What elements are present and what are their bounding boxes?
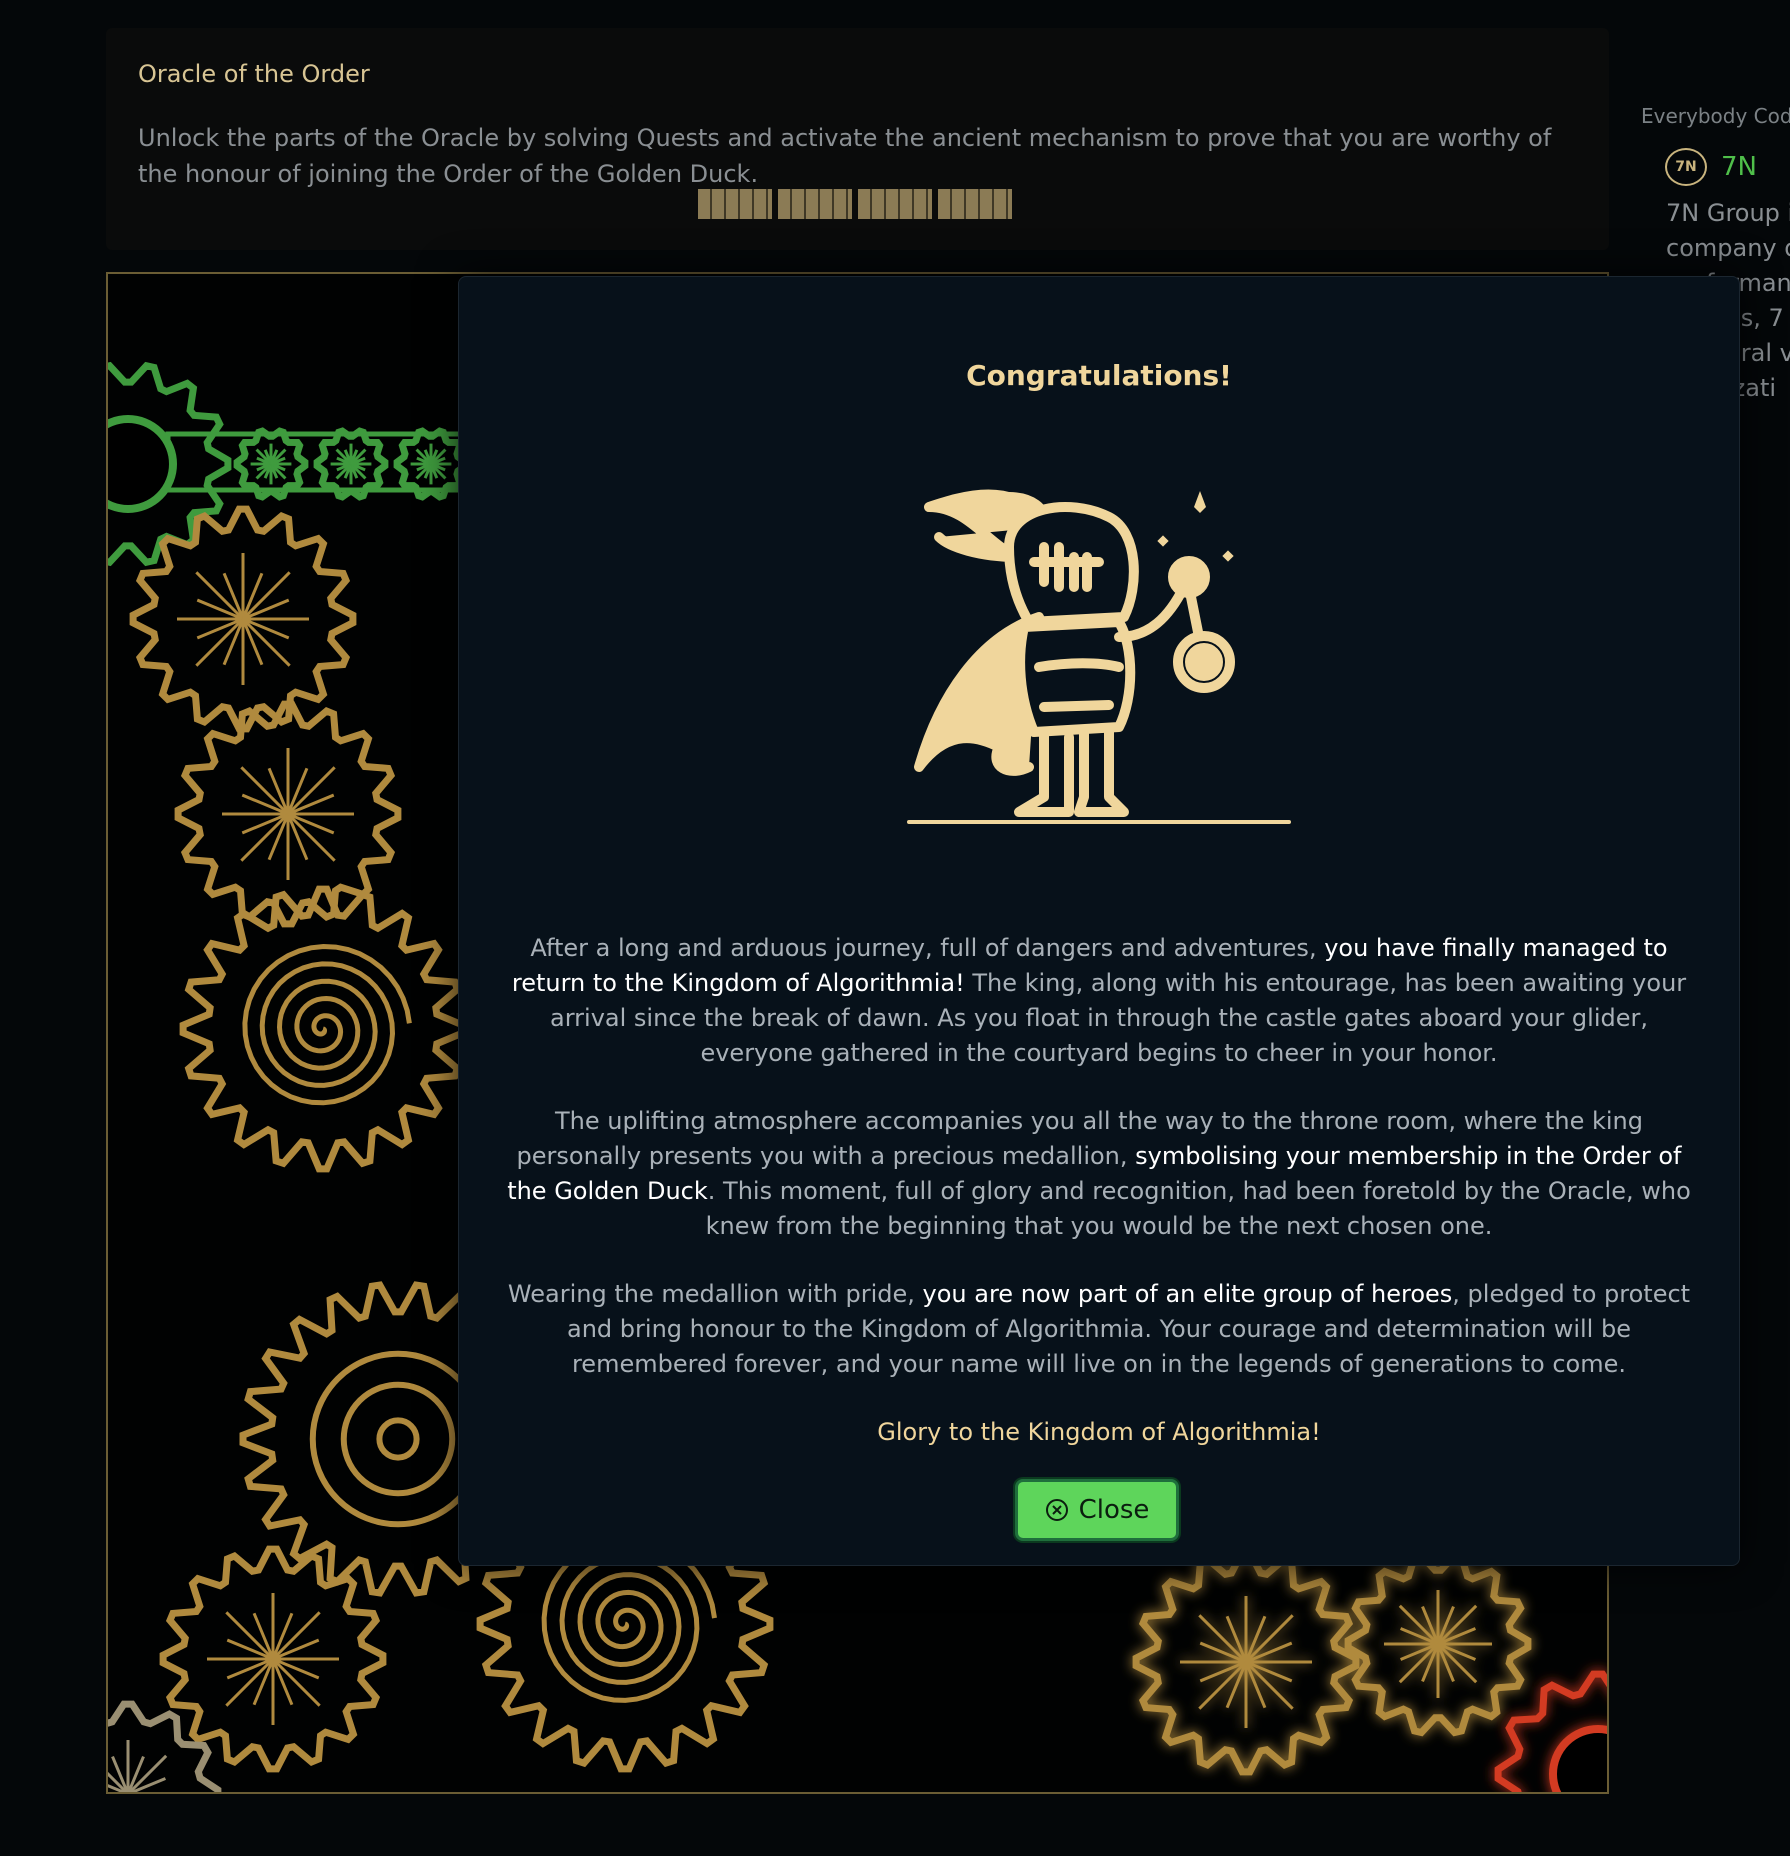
story-paragraph-2: The uplifting atmosphere accompanies you…: [507, 1107, 1691, 1240]
sponsor-name[interactable]: 7N: [1721, 152, 1757, 182]
sponsors-label: Everybody Code: [1641, 104, 1790, 128]
small-green-gear-icon: [393, 427, 469, 501]
modal-title: Congratulations!: [966, 359, 1232, 392]
progress-segment: [938, 189, 1012, 219]
gold-gear-icon: [159, 1545, 387, 1773]
sponsor-logo-icon: 7N: [1665, 148, 1707, 186]
close-circle-icon: [1045, 1499, 1068, 1521]
story-paragraph-1: After a long and arduous journey, full o…: [511, 934, 1687, 1067]
small-green-gear-icon: [233, 427, 309, 501]
gold-gear-icon: [174, 700, 402, 928]
oracle-header-card: Oracle of the Order Unlock the parts of …: [106, 28, 1609, 250]
glory-line: Glory to the Kingdom of Algorithmia!: [877, 1418, 1321, 1446]
page-description: Unlock the parts of the Oracle by solvin…: [138, 124, 1552, 188]
gold-spiral-gear-icon: [179, 885, 467, 1173]
page-title: Oracle of the Order: [138, 60, 370, 88]
red-gear-icon: [1494, 1670, 1607, 1792]
oracle-progress-bar: [698, 189, 1012, 219]
close-button[interactable]: Close: [1015, 1479, 1179, 1541]
progress-segment: [858, 189, 932, 219]
gold-gear-icon: [129, 505, 357, 733]
progress-segment: [778, 189, 852, 219]
sponsor-7n[interactable]: 7N 7N: [1665, 148, 1757, 186]
congratulations-modal: Congratulations! After a long and arduou…: [458, 276, 1740, 1566]
glowing-gold-gear-icon: [1132, 1548, 1360, 1776]
knight-with-medallion-icon: [907, 489, 1291, 824]
glowing-gold-gear-icon: [1344, 1551, 1532, 1737]
green-gear-icon: [108, 361, 232, 567]
story-paragraph-3: Wearing the medallion with pride, you ar…: [507, 1280, 1691, 1378]
progress-segment: [698, 189, 772, 219]
story-text: After a long and arduous journey, full o…: [499, 931, 1699, 1483]
close-button-label: Close: [1078, 1495, 1150, 1525]
small-green-gear-icon: [313, 427, 389, 501]
